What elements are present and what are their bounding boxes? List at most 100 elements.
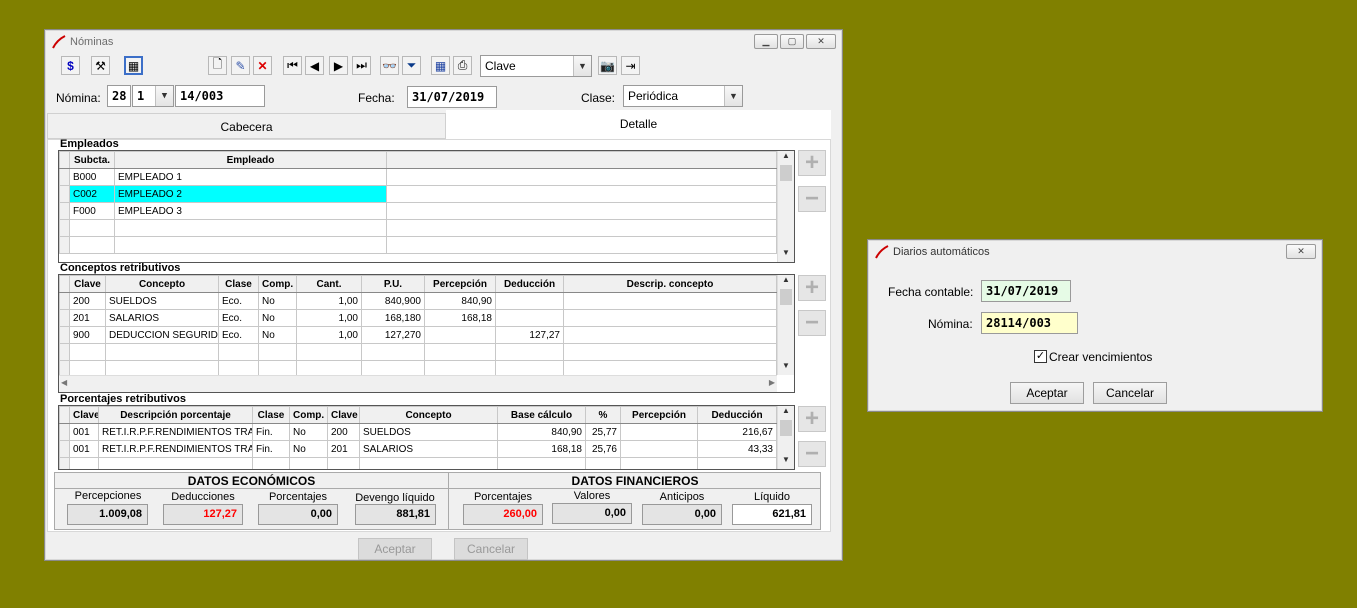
cell [114,236,387,254]
filter-icon[interactable]: ⏷ [402,56,421,75]
scroll-thumb[interactable] [780,165,792,181]
table-row[interactable]: 201 SALARIOS Eco. No 1,00 168,180 168,18 [59,309,777,327]
cell [361,343,425,361]
currency-icon[interactable]: $ [61,56,80,75]
remove-empleado-button[interactable]: − [798,185,826,212]
col-empleado[interactable]: Empleado [114,151,387,169]
nomina-field-a[interactable]: 28 [107,85,131,107]
tools-icon[interactable]: ⚒ [91,56,110,75]
porcentajes-title: Porcentajes retributivos [60,393,186,405]
new-document-icon[interactable]: 🗋 [208,56,227,75]
calendar-grid-icon[interactable]: ▦ [431,56,450,75]
crear-vencimientos-checkbox[interactable]: ✓ [1034,350,1047,363]
remove-concepto-button[interactable]: − [798,309,826,336]
nomina-field-c[interactable]: 14/003 [175,85,265,107]
add-concepto-button[interactable]: + [798,274,826,301]
porcentajes-value: 0,00 [258,504,338,525]
clase-select[interactable]: Periódica ▼ [623,85,743,107]
col-clave2[interactable]: Clave [327,406,360,424]
col-percepcion[interactable]: Percepción [620,406,698,424]
col-cant[interactable]: Cant. [296,275,362,293]
conceptos-hscrollbar[interactable]: ◀ ▶ [59,375,777,392]
col-concepto[interactable]: Concepto [359,406,498,424]
cancel-button[interactable]: Cancelar [454,538,528,560]
print-icon[interactable]: ⎙ [453,56,472,75]
cell: 43,33 [697,440,777,458]
grid-view-icon[interactable]: ▦ [124,56,143,75]
col-subcta[interactable]: Subcta. [69,151,115,169]
devengo-label: Devengo líquido [355,492,435,504]
search-binoculars-icon[interactable]: 👓 [380,56,399,75]
scroll-right-icon[interactable]: ▶ [769,378,775,387]
cell: Fin. [252,440,290,458]
scroll-up-icon[interactable]: ▲ [778,406,794,420]
exit-door-icon[interactable]: ⇥ [621,56,640,75]
tab-detalle[interactable]: Detalle [446,110,831,140]
delete-icon[interactable]: ✕ [253,56,272,75]
porcentajes-scrollbar[interactable]: ▲ ▼ [777,406,794,469]
fecha-field[interactable]: 31/07/2019 [407,86,497,108]
scroll-up-icon[interactable]: ▲ [778,275,794,289]
chevron-down-icon[interactable]: ▼ [573,56,591,76]
tab-detalle-label: Detalle [619,117,658,131]
col-percepcion[interactable]: Percepción [424,275,496,293]
cell: 168,18 [424,309,496,327]
col-clave[interactable]: Clave [69,406,99,424]
tab-cabecera[interactable]: Cabecera [47,113,446,139]
chevron-down-icon[interactable]: ▼ [155,86,173,106]
previous-record-icon[interactable]: ◀ [305,56,324,75]
col-base[interactable]: Base cálculo [497,406,586,424]
dialog-nomina-field[interactable]: 28114/003 [981,312,1078,334]
col-clase[interactable]: Clase [218,275,259,293]
scroll-down-icon[interactable]: ▼ [778,248,794,262]
scroll-left-icon[interactable]: ◀ [61,378,67,387]
sort-key-select[interactable]: Clave ▼ [480,55,592,77]
table-row[interactable]: F000 EMPLEADO 3 [59,202,777,220]
empleados-scrollbar[interactable]: ▲ ▼ [777,151,794,262]
col-pu[interactable]: P.U. [361,275,425,293]
col-comp[interactable]: Comp. [289,406,328,424]
col-clase[interactable]: Clase [252,406,290,424]
minimize-button[interactable]: ▁ [754,34,778,49]
table-row[interactable]: 900DEDUCCION SEGURIDADEco.No1,00127,270 1… [59,326,777,344]
remove-porcentaje-button[interactable]: − [798,440,826,467]
chevron-down-icon[interactable]: ▼ [724,86,742,106]
table-row[interactable]: B000 EMPLEADO 1 [59,168,777,186]
scroll-up-icon[interactable]: ▲ [778,151,794,165]
scroll-down-icon[interactable]: ▼ [778,455,794,469]
cell [386,168,777,186]
table-row-selected[interactable]: C002 EMPLEADO 2 [59,185,777,203]
col-concepto[interactable]: Concepto [105,275,219,293]
scroll-thumb[interactable] [780,289,792,305]
col-deduccion[interactable]: Deducción [697,406,777,424]
accept-button[interactable]: Aceptar [358,538,432,560]
edit-document-icon[interactable]: ✎ [231,56,250,75]
first-record-icon[interactable]: ⏮ [283,56,302,75]
close-button[interactable]: ✕ [806,34,836,49]
last-record-icon[interactable]: ⏭ [352,56,371,75]
dialog-cancel-button[interactable]: Cancelar [1093,382,1167,404]
scroll-thumb[interactable] [780,420,792,436]
cell: 216,67 [697,423,777,441]
nomina-field-b[interactable]: 1 ▼ [132,85,174,107]
dialog-close-button[interactable]: ✕ [1286,244,1316,259]
table-row[interactable]: 001 RET.I.R.P.F.RENDIMIENTOS TRA Fin. No 200… [59,423,777,441]
add-porcentaje-button[interactable]: + [798,405,826,432]
col-descripcion[interactable]: Descripción porcentaje [98,406,253,424]
cell: 001 [69,440,99,458]
scroll-down-icon[interactable]: ▼ [778,361,794,375]
col-pct[interactable]: % [585,406,621,424]
table-row[interactable]: 200 SUELDOS Eco. No 1,00 840,900 840,90 [59,292,777,310]
dialog-accept-button[interactable]: Aceptar [1010,382,1084,404]
col-deduccion[interactable]: Deducción [495,275,564,293]
col-clave[interactable]: Clave [69,275,106,293]
next-record-icon[interactable]: ▶ [329,56,348,75]
col-comp[interactable]: Comp. [258,275,297,293]
fecha-contable-field[interactable]: 31/07/2019 [981,280,1071,302]
add-empleado-button[interactable]: + [798,149,826,176]
col-descrip[interactable]: Descrip. concepto [563,275,777,293]
table-row[interactable]: 001 RET.I.R.P.F.RENDIMIENTOS TRA Fin. No 201… [59,440,777,458]
maximize-button[interactable]: ▢ [780,34,804,49]
conceptos-vscrollbar[interactable]: ▲ ▼ [777,275,794,375]
camera-icon[interactable]: 📷 [598,56,617,75]
